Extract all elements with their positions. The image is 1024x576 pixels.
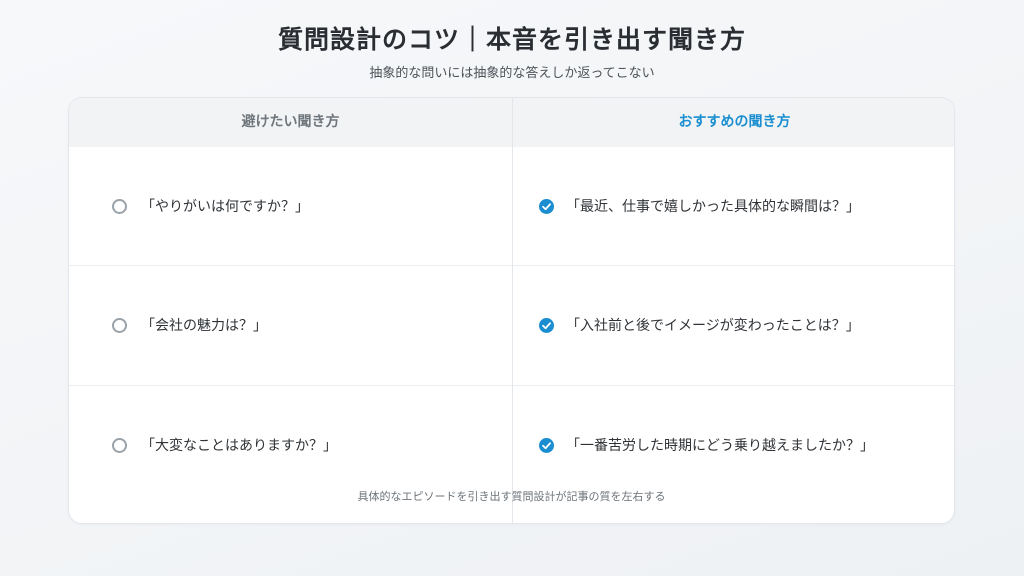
column-divider [512,98,513,523]
circle-outline-icon [112,437,127,453]
avoid-item: 「やりがいは何ですか？」 [112,194,309,218]
recommend-item: 「一番苦労した時期にどう乗り越えましたか？」 [539,433,874,457]
check-circle-icon [539,437,554,453]
page-title: 質問設計のコツ｜本音を引き出す聞き方 [277,25,746,54]
circle-outline-icon [112,198,127,214]
recommend-item-text: 「最近、仕事で嬉しかった具体的な瞬間は？」 [566,199,860,215]
recommend-column-header: おすすめの聞き方 [678,114,791,130]
recommend-item-text: 「入社前と後でイメージが変わったことは？」 [566,318,860,334]
avoid-item: 「会社の魅力は？」 [112,313,267,337]
check-circle-icon [539,198,554,214]
check-circle-icon [539,317,554,333]
avoid-item-text: 「会社の魅力は？」 [141,318,267,334]
recommend-item: 「入社前と後でイメージが変わったことは？」 [539,313,860,337]
comparison-card: 避けたい聞き方 おすすめの聞き方 「やりがいは何ですか？」 「最近、仕事で嬉しか… [68,97,955,524]
page-subtitle: 抽象的な問いには抽象的な答えしか返ってこない [369,66,655,81]
circle-outline-icon [112,317,127,333]
avoid-item-text: 「大変なことはありますか？」 [141,438,337,454]
footer-note: 具体的なエピソードを引き出す質問設計が記事の質を左右する [357,490,666,503]
recommend-item: 「最近、仕事で嬉しかった具体的な瞬間は？」 [539,194,860,218]
avoid-item-text: 「やりがいは何ですか？」 [141,199,309,215]
avoid-item: 「大変なことはありますか？」 [112,433,337,457]
avoid-column-header: 避けたい聞き方 [241,114,340,130]
recommend-item-text: 「一番苦労した時期にどう乗り越えましたか？」 [566,438,874,454]
